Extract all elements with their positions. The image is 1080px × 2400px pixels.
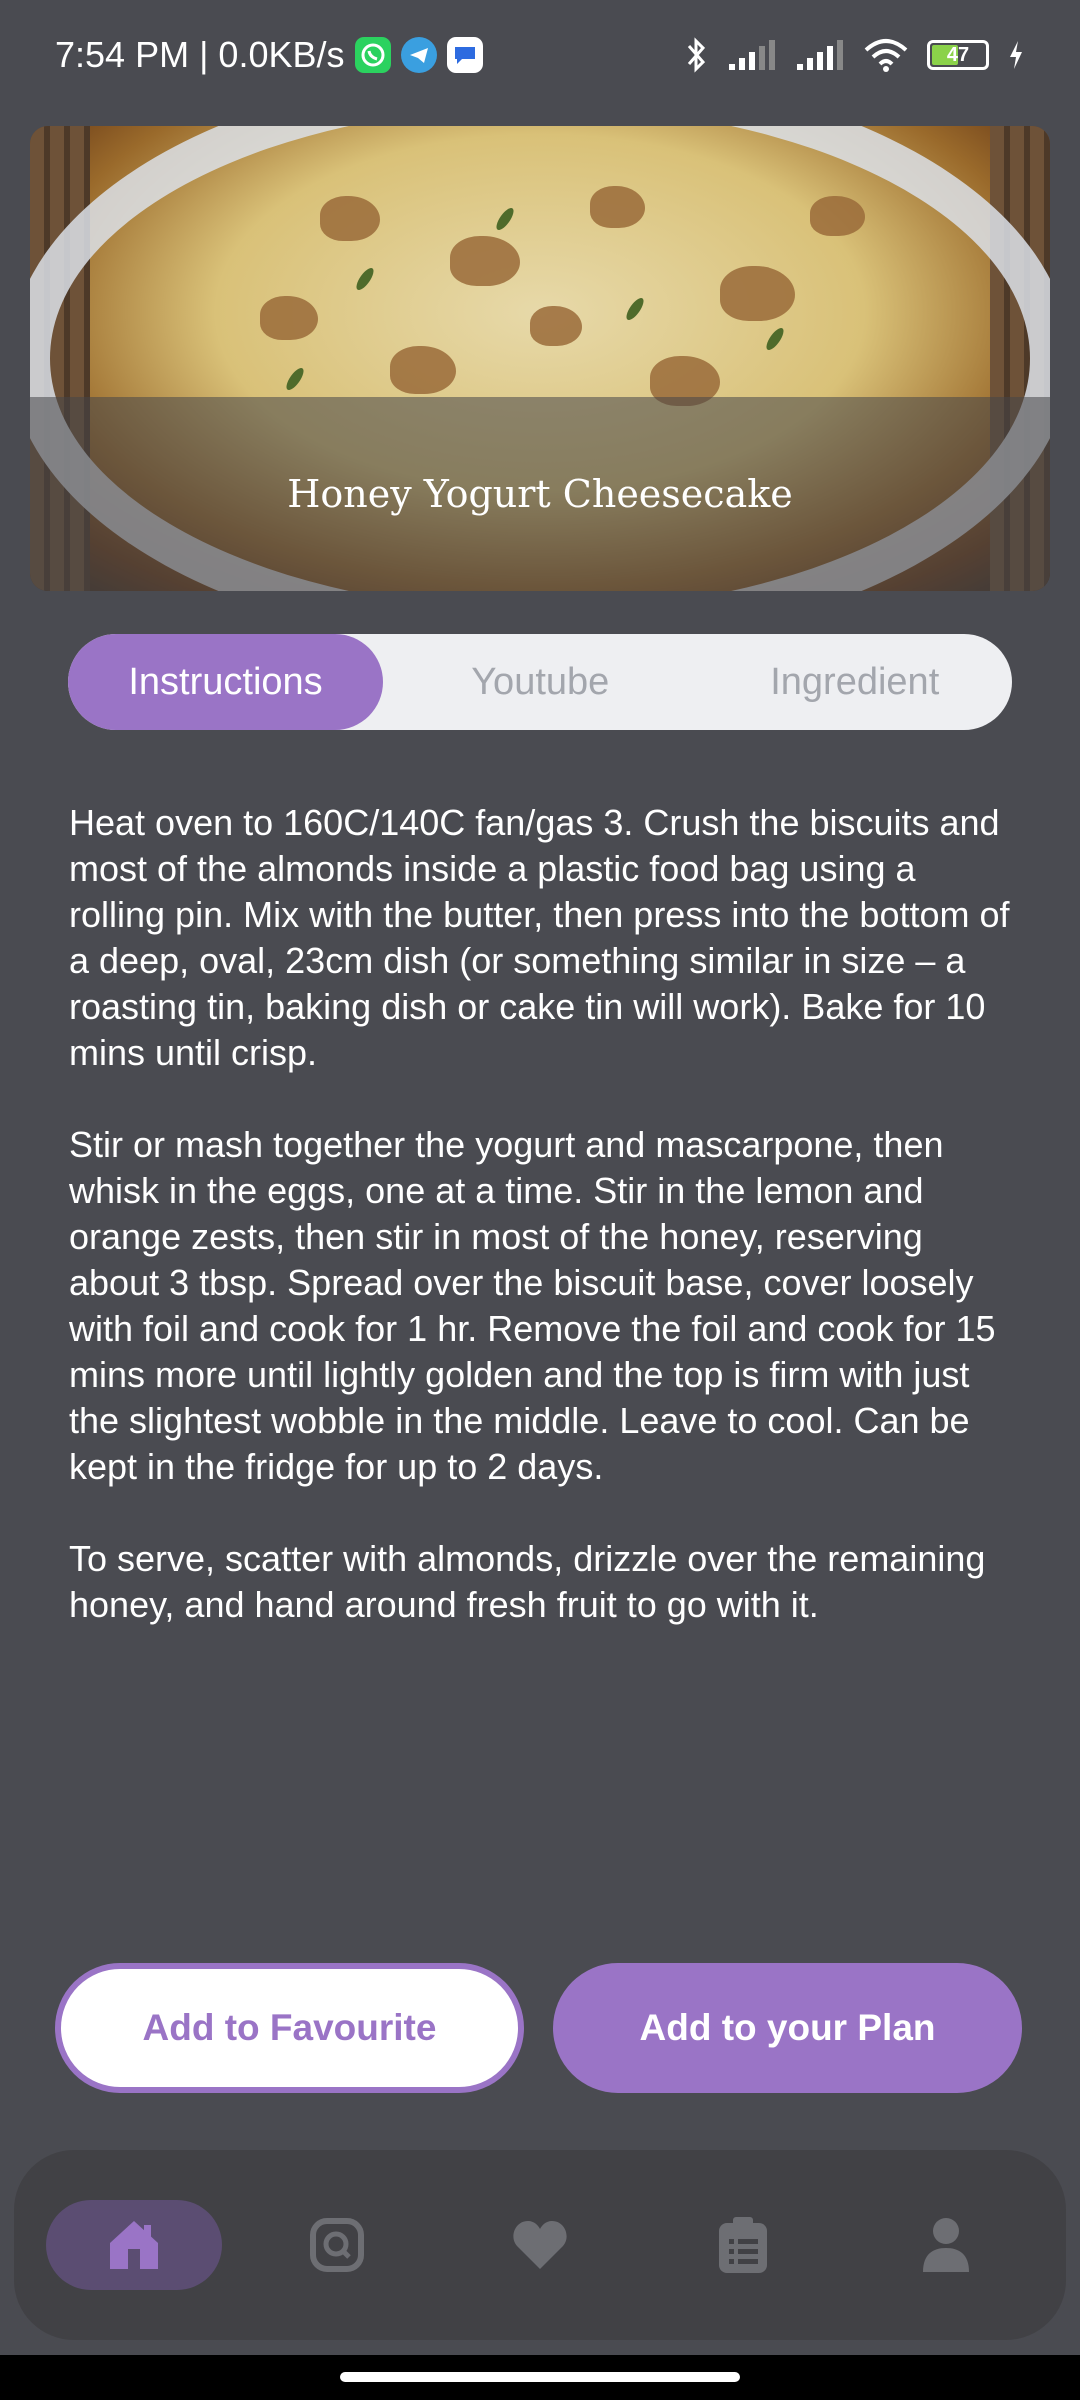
instructions-text: Heat oven to 160C/140C fan/gas 3. Crush …: [69, 800, 1019, 1674]
signal-icon-2: [797, 40, 843, 70]
status-left: 7:54 PM | 0.0KB/s: [55, 34, 483, 76]
clipboard-icon: [719, 2217, 768, 2273]
battery-level: 47: [946, 43, 970, 66]
wifi-icon: [864, 39, 908, 72]
status-time: 7:54 PM | 0.0KB/s: [55, 34, 345, 75]
add-to-plan-button[interactable]: Add to your Plan: [553, 1963, 1022, 2093]
status-right: 47: [685, 36, 1025, 74]
nav-plan[interactable]: [655, 2200, 831, 2290]
recipe-title: Honey Yogurt Cheesecake: [287, 472, 793, 516]
tab-youtube[interactable]: Youtube: [383, 634, 698, 730]
status-bar: 7:54 PM | 0.0KB/s 47: [0, 0, 1080, 110]
signal-icon: [729, 40, 775, 70]
tab-instructions[interactable]: Instructions: [68, 634, 383, 730]
home-icon: [109, 2221, 158, 2269]
recipe-hero-image: Honey Yogurt Cheesecake: [30, 126, 1050, 591]
add-to-favourite-button[interactable]: Add to Favourite: [55, 1963, 524, 2093]
hero-title-overlay: Honey Yogurt Cheesecake: [30, 397, 1050, 591]
charging-icon: [1010, 41, 1022, 69]
telegram-icon: [400, 37, 437, 73]
whatsapp-icon: [354, 37, 391, 73]
nav-profile[interactable]: [858, 2200, 1034, 2290]
nav-search[interactable]: [249, 2200, 425, 2290]
nav-home[interactable]: [45, 2200, 222, 2290]
instruction-paragraph: Heat oven to 160C/140C fan/gas 3. Crush …: [69, 802, 1010, 1073]
instruction-paragraph: To serve, scatter with almonds, drizzle …: [69, 1538, 986, 1625]
person-icon: [923, 2218, 970, 2272]
nav-favourites[interactable]: [452, 2200, 628, 2290]
heart-icon: [513, 2221, 567, 2269]
battery-icon: 47: [927, 40, 989, 70]
home-indicator[interactable]: [340, 2372, 740, 2382]
recipe-tabs: Instructions Youtube Ingredient: [68, 634, 1012, 730]
bluetooth-icon: [687, 37, 706, 73]
messages-icon: [446, 37, 483, 73]
instruction-paragraph: Stir or mash together the yogurt and mas…: [69, 1124, 996, 1487]
tab-ingredient[interactable]: Ingredient: [698, 634, 1013, 730]
search-icon: [309, 2218, 364, 2272]
bottom-nav: [14, 2150, 1066, 2340]
